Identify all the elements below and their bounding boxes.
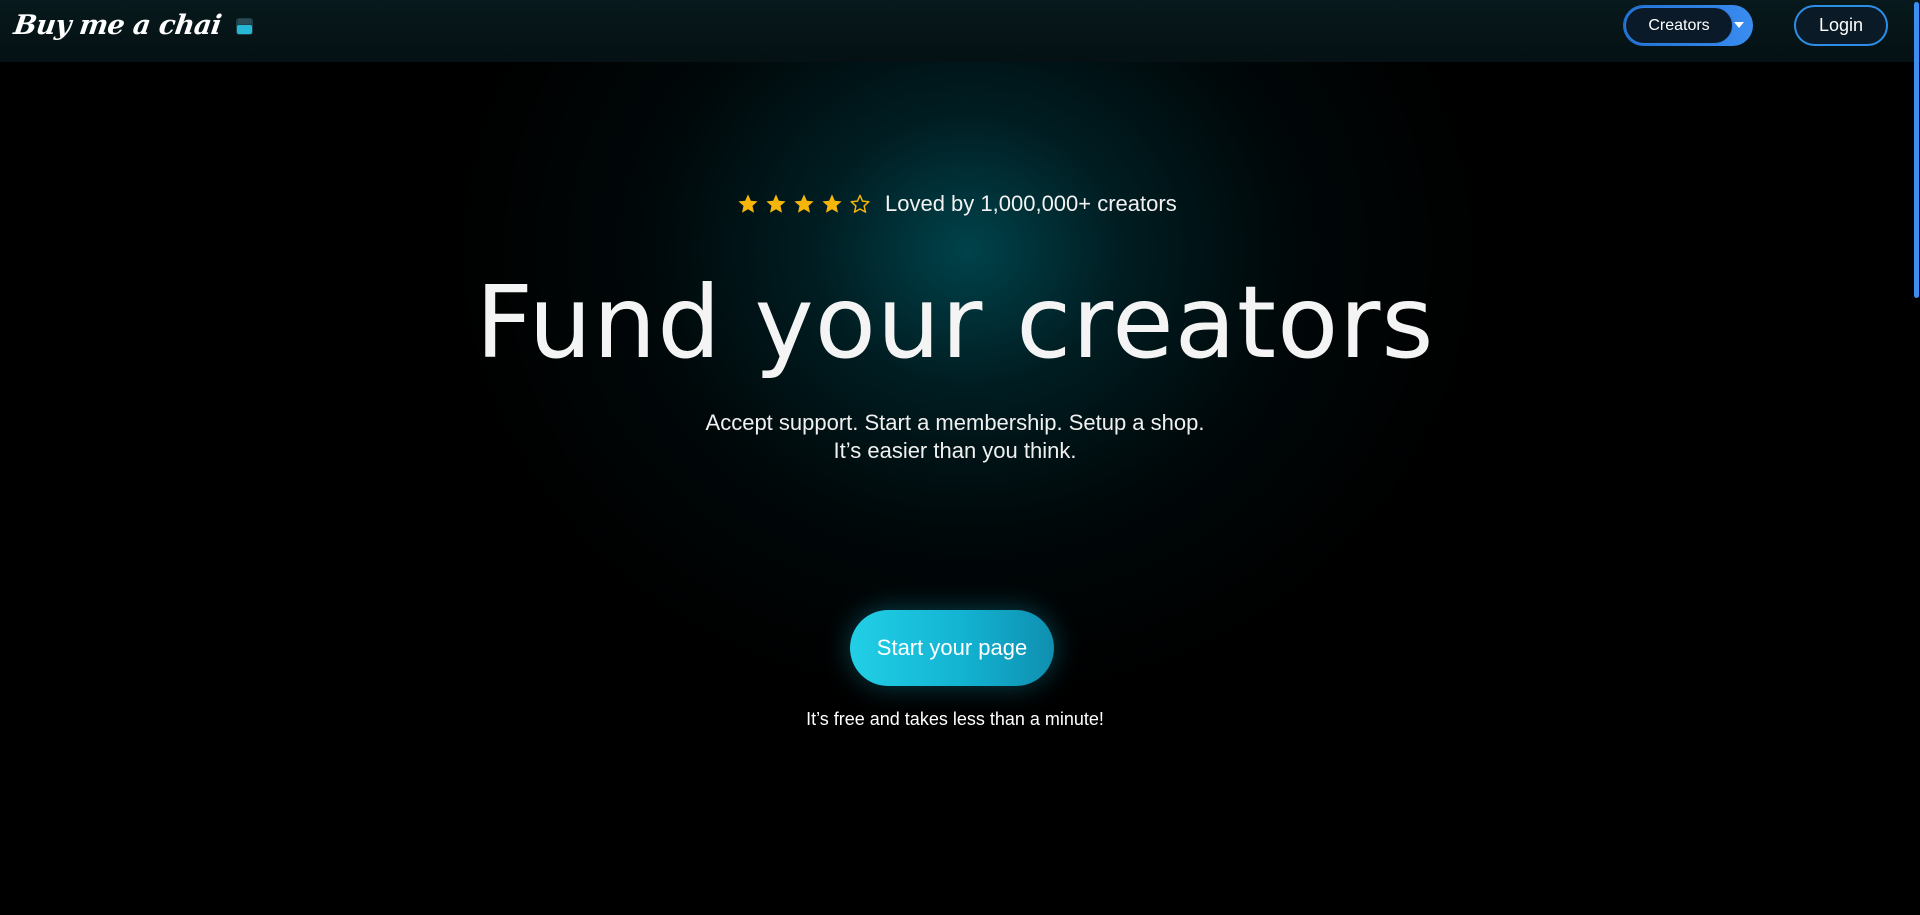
rating-text: Loved by 1,000,000+ creators bbox=[885, 191, 1177, 216]
rating-row: Loved by 1,000,000+ creators bbox=[737, 188, 1177, 220]
creators-button[interactable]: Creators bbox=[1625, 7, 1733, 44]
scrollbar-thumb[interactable] bbox=[1914, 2, 1919, 298]
star-filled-icon bbox=[737, 193, 759, 215]
start-your-page-button[interactable]: Start your page bbox=[850, 610, 1054, 686]
hero-title: Fund your creators bbox=[475, 264, 1435, 381]
scrollbar[interactable] bbox=[1912, 0, 1920, 915]
login-button[interactable]: Login bbox=[1794, 5, 1888, 46]
hero-subtitle-line-2: It’s easier than you think. bbox=[833, 438, 1077, 463]
star-outline-icon bbox=[849, 193, 871, 215]
hero-subtitle: Accept support. Start a membership. Setu… bbox=[0, 409, 1910, 465]
logo[interactable]: Buy me a chai bbox=[11, 10, 257, 41]
top-navigation-bar: Buy me a chai Creators Login bbox=[0, 0, 1920, 62]
star-rating bbox=[737, 193, 871, 215]
star-filled-icon bbox=[821, 193, 843, 215]
chevron-down-icon[interactable] bbox=[1731, 17, 1747, 33]
cta-note: It’s free and takes less than a minute! bbox=[806, 709, 1104, 729]
logo-text: Buy me a chai bbox=[11, 10, 224, 41]
star-filled-icon bbox=[765, 193, 787, 215]
hero-subtitle-line-1: Accept support. Start a membership. Setu… bbox=[705, 410, 1205, 435]
landing-page: Buy me a chai Creators Login Loved by 1,… bbox=[0, 0, 1920, 915]
chai-cup-icon bbox=[233, 14, 257, 38]
creators-dropdown[interactable]: Creators bbox=[1623, 5, 1753, 46]
star-filled-icon bbox=[793, 193, 815, 215]
